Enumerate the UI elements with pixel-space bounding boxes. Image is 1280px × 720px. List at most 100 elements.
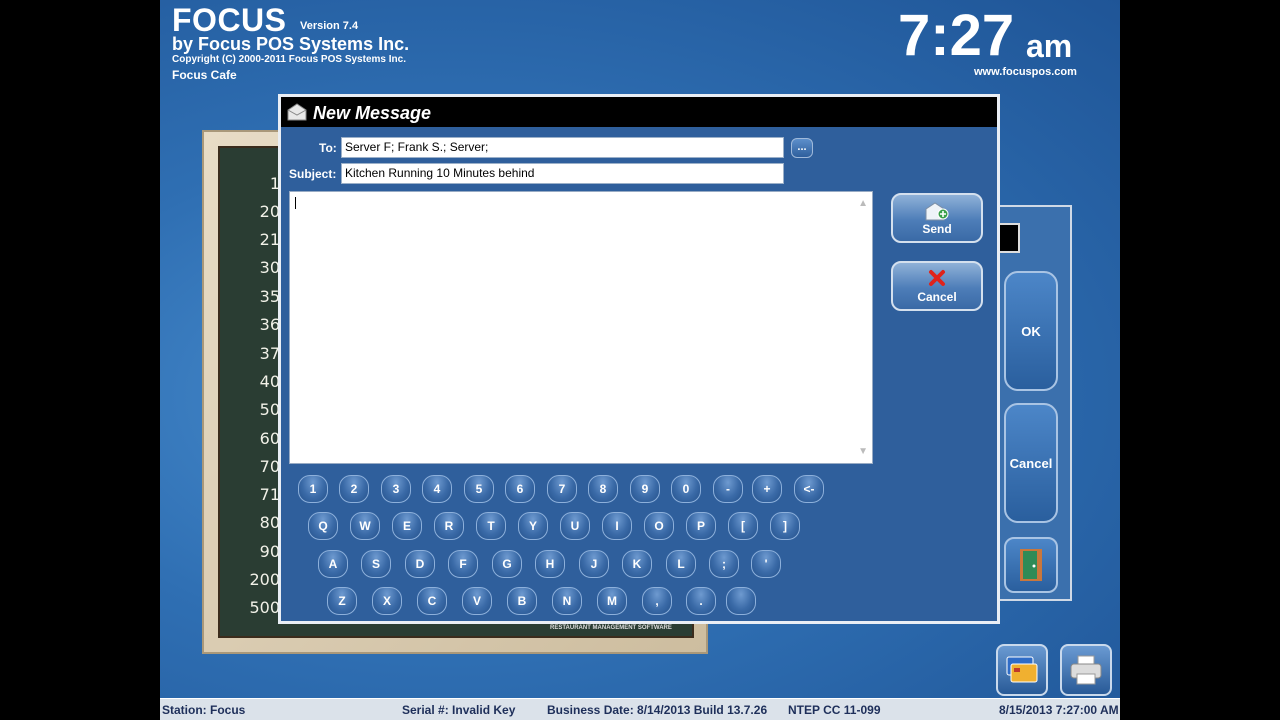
key-k[interactable]: K bbox=[622, 550, 652, 578]
table-number[interactable]: 80 bbox=[220, 513, 280, 532]
table-number[interactable]: 20 bbox=[220, 202, 280, 221]
table-number[interactable]: 200 bbox=[220, 570, 280, 589]
key-t[interactable]: T bbox=[476, 512, 506, 540]
business-date-status: Business Date: 8/14/2013 Build 13.7.26 bbox=[547, 703, 768, 717]
key-5[interactable]: 5 bbox=[464, 475, 494, 503]
key-p[interactable]: P bbox=[686, 512, 716, 540]
key-z[interactable]: Z bbox=[327, 587, 357, 615]
send-button[interactable]: Send bbox=[891, 193, 983, 243]
table-number[interactable]: 35 bbox=[220, 287, 280, 306]
key-period[interactable]: . bbox=[686, 587, 716, 615]
browse-recipients-button[interactable]: ... bbox=[791, 138, 813, 158]
key-backspace[interactable]: <- bbox=[794, 475, 824, 503]
key-a[interactable]: A bbox=[318, 550, 348, 578]
key-right-bracket[interactable]: ] bbox=[770, 512, 800, 540]
table-number[interactable]: 30 bbox=[220, 258, 280, 277]
key-8[interactable]: 8 bbox=[588, 475, 618, 503]
key-h[interactable]: H bbox=[535, 550, 565, 578]
key-q[interactable]: Q bbox=[308, 512, 338, 540]
dialog-titlebar[interactable]: New Message bbox=[281, 97, 997, 127]
text-caret bbox=[295, 197, 296, 209]
key-x[interactable]: X bbox=[372, 587, 402, 615]
clock-time: 7:27 bbox=[898, 3, 1015, 68]
cancel-button[interactable]: Cancel bbox=[891, 261, 983, 311]
station-status: Station: Focus bbox=[162, 703, 246, 717]
key-9[interactable]: 9 bbox=[630, 475, 660, 503]
app-version: Version 7.4 bbox=[300, 20, 359, 32]
key-1[interactable]: 1 bbox=[298, 475, 328, 503]
table-number[interactable]: 500 bbox=[220, 598, 280, 617]
key-y[interactable]: Y bbox=[518, 512, 548, 540]
to-field[interactable]: Server F; Frank S.; Server; bbox=[341, 137, 784, 158]
table-number[interactable]: 1 bbox=[220, 174, 280, 193]
scroll-down-icon[interactable]: ▼ bbox=[858, 446, 868, 457]
display-box bbox=[998, 223, 1020, 253]
clock-ampm: am bbox=[1026, 28, 1073, 64]
key-o[interactable]: O bbox=[644, 512, 674, 540]
envelope-icon bbox=[287, 103, 307, 121]
key-0[interactable]: 0 bbox=[671, 475, 701, 503]
website: www.focuspos.com bbox=[974, 66, 1077, 78]
key-comma[interactable]: , bbox=[642, 587, 672, 615]
chalkboard-footer: RESTAURANT MANAGEMENT SOFTWARE bbox=[550, 625, 672, 631]
key-b[interactable]: B bbox=[507, 587, 537, 615]
table-number[interactable]: 71 bbox=[220, 485, 280, 504]
table-number[interactable]: 21 bbox=[220, 230, 280, 249]
key-m[interactable]: M bbox=[597, 587, 627, 615]
table-number[interactable]: 40 bbox=[220, 372, 280, 391]
key-c[interactable]: C bbox=[417, 587, 447, 615]
exit-door-button[interactable] bbox=[1004, 537, 1058, 593]
credit-cards-icon bbox=[1006, 656, 1038, 683]
serial-status: Serial #: Invalid Key bbox=[402, 703, 516, 717]
ntep-status: NTEP CC 11-099 bbox=[788, 703, 881, 717]
panel-cancel-button[interactable]: Cancel bbox=[1004, 403, 1058, 523]
key-w[interactable]: W bbox=[350, 512, 380, 540]
table-number[interactable]: 50 bbox=[220, 400, 280, 419]
ok-button[interactable]: OK bbox=[1004, 271, 1058, 391]
print-button[interactable] bbox=[1060, 644, 1112, 696]
key-minus[interactable]: - bbox=[713, 475, 743, 503]
key-left-bracket[interactable]: [ bbox=[728, 512, 758, 540]
key-s[interactable]: S bbox=[361, 550, 391, 578]
key-v[interactable]: V bbox=[462, 587, 492, 615]
table-number[interactable]: 36 bbox=[220, 315, 280, 334]
printer-icon bbox=[1070, 655, 1102, 685]
key-r[interactable]: R bbox=[434, 512, 464, 540]
cancel-label: Cancel bbox=[917, 290, 957, 304]
table-number[interactable]: 60 bbox=[220, 429, 280, 448]
key-7[interactable]: 7 bbox=[547, 475, 577, 503]
send-envelope-icon bbox=[893, 200, 981, 222]
key-semicolon[interactable]: ; bbox=[709, 550, 739, 578]
key-6[interactable]: 6 bbox=[505, 475, 535, 503]
status-bar: Station: Focus Serial #: Invalid Key Bus… bbox=[160, 698, 1120, 720]
key-l[interactable]: L bbox=[666, 550, 696, 578]
copyright: Copyright (C) 2000-2011 Focus POS System… bbox=[172, 54, 406, 65]
scroll-up-icon[interactable]: ▲ bbox=[858, 198, 868, 209]
key-apostrophe[interactable]: ' bbox=[751, 550, 781, 578]
key-plus[interactable]: + bbox=[752, 475, 782, 503]
table-number[interactable]: 70 bbox=[220, 457, 280, 476]
door-icon bbox=[1020, 549, 1042, 581]
send-label: Send bbox=[922, 222, 952, 236]
datetime-status: 8/15/2013 7:27:00 AM bbox=[999, 703, 1119, 717]
key-j[interactable]: J bbox=[579, 550, 609, 578]
key-n[interactable]: N bbox=[552, 587, 582, 615]
key-u[interactable]: U bbox=[560, 512, 590, 540]
key-d[interactable]: D bbox=[405, 550, 435, 578]
dialog-title: New Message bbox=[313, 103, 432, 123]
key-f[interactable]: F bbox=[448, 550, 478, 578]
key-4[interactable]: 4 bbox=[422, 475, 452, 503]
key-space[interactable] bbox=[726, 587, 756, 615]
key-2[interactable]: 2 bbox=[339, 475, 369, 503]
key-e[interactable]: E bbox=[392, 512, 422, 540]
table-number[interactable]: 90 bbox=[220, 542, 280, 561]
key-i[interactable]: I bbox=[602, 512, 632, 540]
table-number[interactable]: 37 bbox=[220, 344, 280, 363]
message-body[interactable]: ▲ ▼ bbox=[289, 191, 873, 464]
pos-app: F O C U S Version 7.4 by Focus POS Systems I… bbox=[160, 0, 1120, 720]
key-g[interactable]: G bbox=[492, 550, 522, 578]
vendor-name: by Focus POS Systems Inc. bbox=[172, 34, 410, 54]
subject-field[interactable]: Kitchen Running 10 Minutes behind bbox=[341, 163, 784, 184]
key-3[interactable]: 3 bbox=[381, 475, 411, 503]
payment-button[interactable] bbox=[996, 644, 1048, 696]
